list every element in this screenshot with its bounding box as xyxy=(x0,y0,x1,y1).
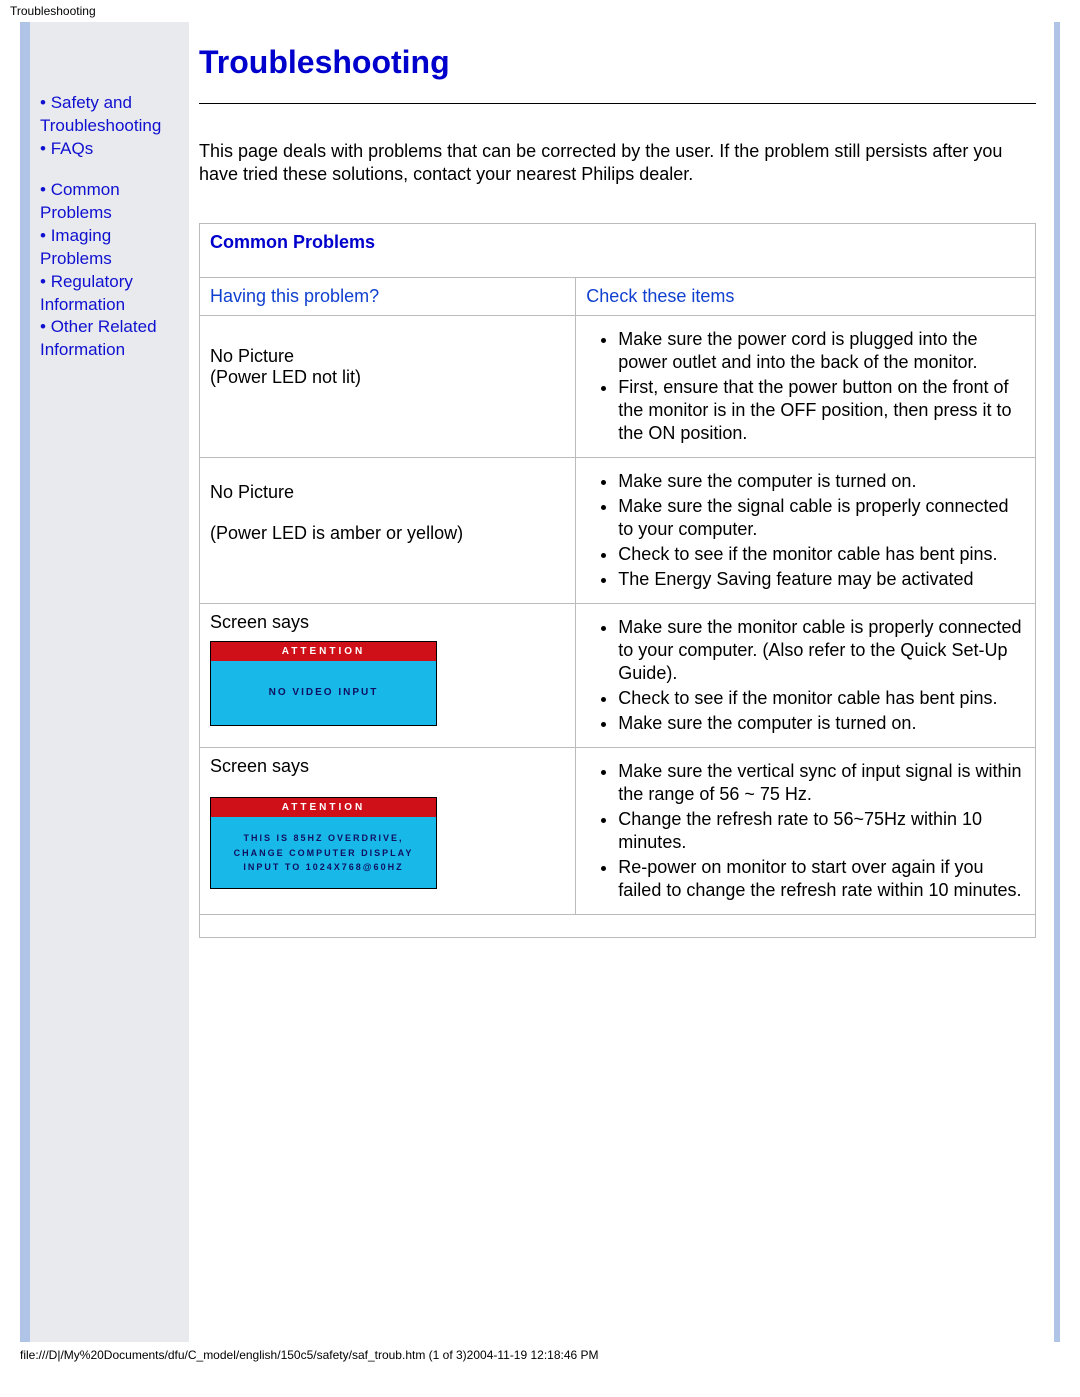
check-item: Re-power on monitor to start over again … xyxy=(618,856,1025,902)
check-item: Make sure the computer is turned on. xyxy=(618,470,1025,493)
page-title: Troubleshooting xyxy=(199,44,1036,81)
sidebar-link-other[interactable]: Other Related Information xyxy=(40,317,157,359)
spacer-row xyxy=(200,915,1035,937)
sidebar-item: • Regulatory Information xyxy=(40,271,185,317)
problem-text: (Power LED is amber or yellow) xyxy=(210,523,565,544)
check-item: The Energy Saving feature may be activat… xyxy=(618,568,1025,591)
table-row: Screen says ATTENTION NO VIDEO INPUT Mak… xyxy=(200,604,1035,747)
problem-text: Screen says xyxy=(210,756,565,777)
sidebar-link-safety[interactable]: Safety and Troubleshooting xyxy=(40,93,161,135)
table-row: No Picture (Power LED is amber or yellow… xyxy=(200,458,1035,603)
osd-body-text: THIS IS 85HZ OVERDRIVE, CHANGE COMPUTER … xyxy=(211,817,436,888)
col-head-check: Check these items xyxy=(576,278,1035,315)
section-title: Common Problems xyxy=(200,224,1035,277)
check-cell: Make sure the power cord is plugged into… xyxy=(576,316,1035,457)
check-item: Make sure the signal cable is properly c… xyxy=(618,495,1025,541)
check-item: Check to see if the monitor cable has be… xyxy=(618,543,1025,566)
problem-cell: Screen says ATTENTION NO VIDEO INPUT xyxy=(200,604,575,747)
footer-path: file:///D|/My%20Documents/dfu/C_model/en… xyxy=(0,1342,1080,1376)
sidebar-link-imaging[interactable]: Imaging Problems xyxy=(40,226,112,268)
problem-text: (Power LED not lit) xyxy=(210,367,565,388)
problem-text: Screen says xyxy=(210,612,565,633)
divider xyxy=(199,103,1036,104)
sidebar-item: • Imaging Problems xyxy=(40,225,185,271)
problem-text: No Picture xyxy=(210,346,565,367)
check-cell: Make sure the computer is turned on. Mak… xyxy=(576,458,1035,603)
sidebar-link-common[interactable]: Common Problems xyxy=(40,180,120,222)
col-head-problem: Having this problem? xyxy=(200,278,575,315)
header-tiny-title: Troubleshooting xyxy=(0,0,1080,22)
sidebar-item: • Other Related Information xyxy=(40,316,185,362)
check-item: Make sure the monitor cable is properly … xyxy=(618,616,1025,685)
osd-message-box: ATTENTION NO VIDEO INPUT xyxy=(210,641,437,726)
page-frame: • Safety and Troubleshooting • FAQs • Co… xyxy=(20,22,1060,1342)
sidebar-item: • FAQs xyxy=(40,138,185,161)
check-item: Make sure the computer is turned on. xyxy=(618,712,1025,735)
check-item: Change the refresh rate to 56~75Hz withi… xyxy=(618,808,1025,854)
check-item: Check to see if the monitor cable has be… xyxy=(618,687,1025,710)
osd-body-text: NO VIDEO INPUT xyxy=(211,661,436,725)
check-item: Make sure the vertical sync of input sig… xyxy=(618,760,1025,806)
osd-attention-bar: ATTENTION xyxy=(211,642,436,661)
check-item: Make sure the power cord is plugged into… xyxy=(618,328,1025,374)
intro-text: This page deals with problems that can b… xyxy=(199,140,1036,187)
sidebar-link-regulatory[interactable]: Regulatory Information xyxy=(40,272,133,314)
main-content: Troubleshooting This page deals with pro… xyxy=(189,22,1054,1342)
check-item: First, ensure that the power button on t… xyxy=(618,376,1025,445)
sidebar-nav: • Safety and Troubleshooting • FAQs • Co… xyxy=(30,22,189,1342)
problem-cell: Screen says ATTENTION THIS IS 85HZ OVERD… xyxy=(200,748,575,914)
osd-attention-bar: ATTENTION xyxy=(211,798,436,817)
problem-text: No Picture xyxy=(210,482,565,503)
problem-cell: No Picture (Power LED not lit) xyxy=(200,316,575,457)
check-cell: Make sure the monitor cable is properly … xyxy=(576,604,1035,747)
osd-message-box: ATTENTION THIS IS 85HZ OVERDRIVE, CHANGE… xyxy=(210,797,437,889)
problem-cell: No Picture (Power LED is amber or yellow… xyxy=(200,458,575,603)
check-cell: Make sure the vertical sync of input sig… xyxy=(576,748,1035,914)
table-row: No Picture (Power LED not lit) Make sure… xyxy=(200,316,1035,457)
table-row: Screen says ATTENTION THIS IS 85HZ OVERD… xyxy=(200,748,1035,914)
sidebar-item: • Common Problems xyxy=(40,179,185,225)
problems-table: Common Problems Having this problem? Che… xyxy=(199,223,1036,939)
sidebar-link-faqs[interactable]: FAQs xyxy=(51,139,94,158)
sidebar-item: • Safety and Troubleshooting xyxy=(40,92,185,138)
